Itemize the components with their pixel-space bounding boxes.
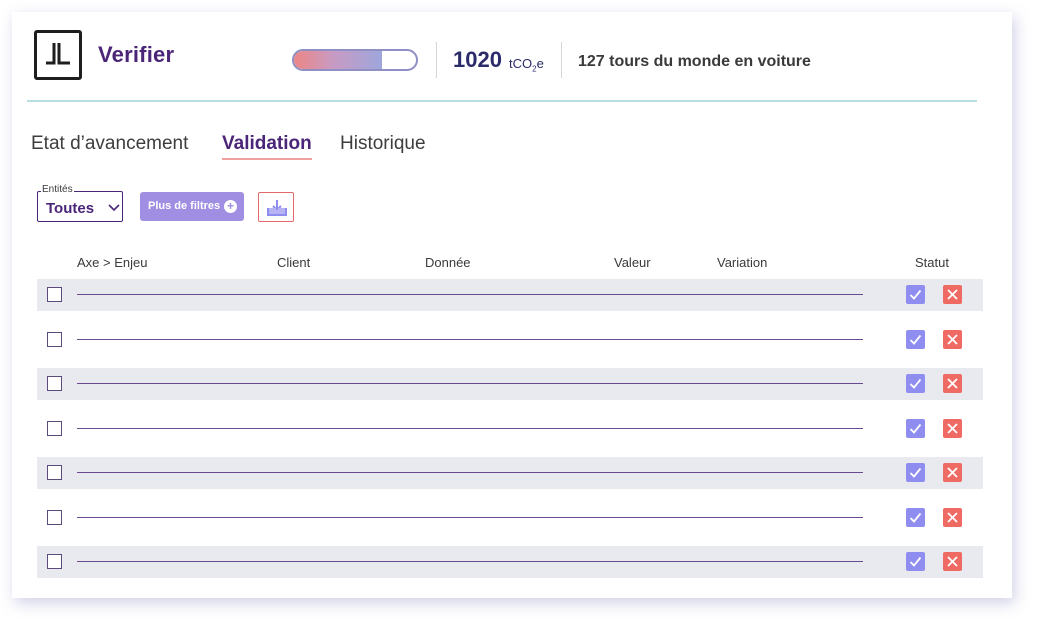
close-icon (947, 511, 958, 523)
progress-fill (294, 51, 382, 69)
column-header-axe-enjeu[interactable]: Axe > Enjeu (77, 255, 147, 270)
row-checkbox[interactable] (47, 509, 62, 525)
header-divider (436, 42, 437, 78)
logo-icon (46, 43, 70, 65)
tab-historique[interactable]: Historique (340, 133, 426, 155)
table-row (37, 368, 983, 400)
active-tab-underline (222, 158, 312, 160)
table-row (37, 279, 983, 311)
approve-button[interactable] (906, 418, 925, 438)
more-filters-label: Plus de filtres (148, 200, 221, 212)
row-placeholder-line (77, 472, 863, 473)
row-checkbox[interactable] (47, 554, 62, 569)
plus-circle-icon: + (224, 200, 237, 213)
row-placeholder-line (77, 294, 863, 295)
more-filters-button[interactable]: Plus de filtres + (140, 192, 244, 221)
verifier-card: Verifier 1020 tCO2e 127 tours du monde e… (12, 12, 1012, 598)
tab-etat-avancement[interactable]: Etat d’avancement (31, 133, 188, 155)
table-row (37, 413, 983, 445)
reject-button[interactable] (943, 374, 962, 393)
emission-progress-bar (292, 49, 418, 71)
column-header-valeur[interactable]: Valeur (614, 255, 651, 270)
approve-button[interactable] (906, 463, 925, 482)
close-icon (947, 422, 958, 434)
entity-select-label: Entités (41, 184, 74, 195)
column-header-client[interactable]: Client (277, 255, 310, 270)
close-icon (947, 467, 958, 478)
row-checkbox[interactable] (47, 287, 62, 302)
column-header-donnee[interactable]: Donnée (425, 255, 471, 270)
close-icon (947, 378, 958, 389)
reject-button[interactable] (943, 285, 962, 304)
approve-button[interactable] (906, 285, 925, 304)
check-icon (909, 289, 922, 300)
header-divider (561, 42, 562, 78)
check-icon (909, 334, 922, 345)
check-icon (909, 556, 922, 567)
close-icon (947, 556, 958, 567)
co2-value: 1020 (453, 47, 502, 72)
row-checkbox[interactable] (47, 331, 62, 347)
row-checkbox[interactable] (47, 420, 62, 436)
table-row (37, 502, 983, 534)
row-placeholder-line (77, 338, 863, 340)
row-placeholder-line (77, 427, 863, 429)
row-placeholder-line (77, 516, 863, 518)
column-header-variation[interactable]: Variation (717, 255, 767, 270)
column-header-statut[interactable]: Statut (915, 255, 949, 270)
row-checkbox[interactable] (47, 465, 62, 480)
chevron-down-icon (108, 204, 120, 212)
co2-unit: tCO2e (509, 56, 544, 74)
close-icon (947, 289, 958, 300)
approve-button[interactable] (906, 374, 925, 393)
check-icon (909, 512, 922, 523)
table-row (37, 324, 983, 356)
table-row (37, 457, 983, 489)
download-icon (267, 200, 287, 216)
entity-select[interactable]: Entités Toutes (37, 184, 123, 222)
row-checkbox[interactable] (47, 376, 62, 391)
download-button[interactable] (258, 192, 294, 222)
check-icon (909, 378, 922, 389)
close-icon (947, 333, 958, 345)
approve-button[interactable] (906, 507, 925, 527)
approve-button[interactable] (906, 329, 925, 349)
reject-button[interactable] (943, 463, 962, 482)
check-icon (909, 467, 922, 478)
table-row (37, 546, 983, 578)
app-title: Verifier (98, 42, 175, 67)
app-logo (34, 30, 82, 80)
reject-button[interactable] (943, 507, 962, 527)
reject-button[interactable] (943, 418, 962, 438)
reject-button[interactable] (943, 552, 962, 571)
row-placeholder-line (77, 561, 863, 562)
approve-button[interactable] (906, 552, 925, 571)
check-icon (909, 423, 922, 434)
header-divider-line (27, 100, 977, 102)
entity-select-value: Toutes (46, 200, 95, 217)
reject-button[interactable] (943, 329, 962, 349)
row-placeholder-line (77, 383, 863, 384)
co2-equivalence-text: 127 tours du monde en voiture (578, 53, 811, 70)
tab-validation[interactable]: Validation (222, 133, 312, 160)
